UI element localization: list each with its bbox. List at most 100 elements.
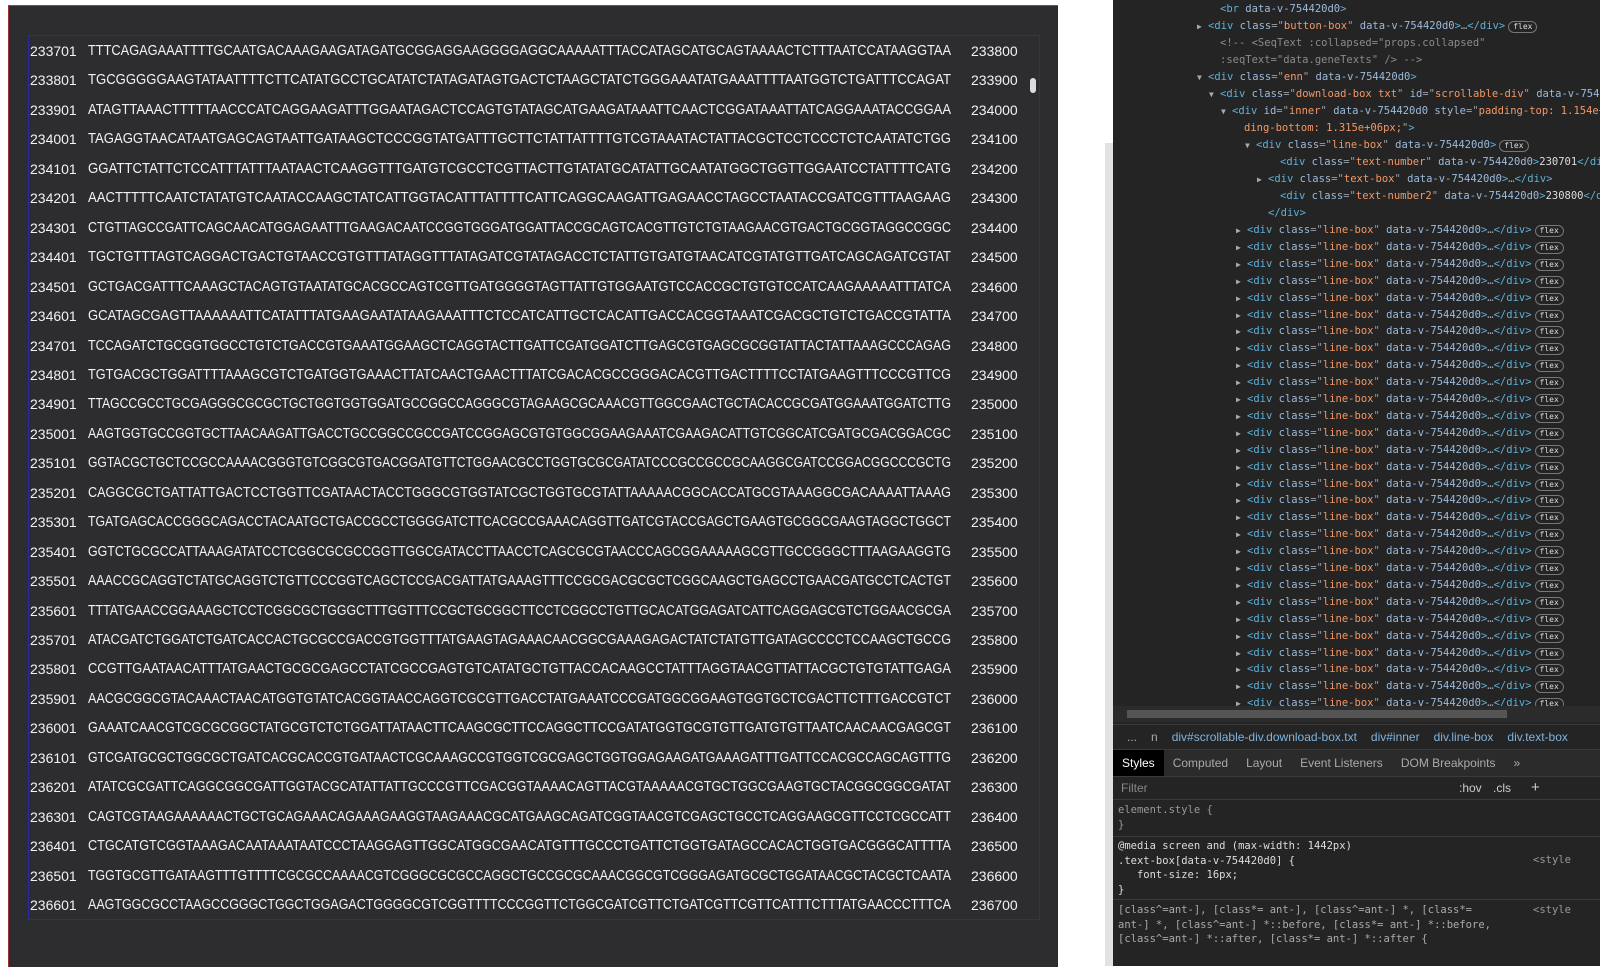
expand-triangle-icon[interactable]: ▶ [1236, 509, 1247, 526]
expand-triangle-icon[interactable]: ▶ [1236, 239, 1247, 256]
dom-node[interactable]: <!-- <SeqText :collapsed="props.collapse… [1209, 35, 1486, 52]
expand-triangle-icon[interactable]: ▶ [1236, 628, 1247, 645]
dom-node-line-box[interactable]: ▶ <div class="line-box" data-v-754420d0>…… [1236, 611, 1564, 628]
dom-node-line-box[interactable]: ▶ <div class="line-box" data-v-754420d0>…… [1236, 661, 1564, 678]
dom-node[interactable]: ▼ <div class="line-box" data-v-754420d0> f… [1245, 137, 1529, 154]
dom-node-line-box[interactable]: ▶ <div class="line-box" data-v-754420d0>…… [1236, 594, 1564, 611]
breadcrumb-item[interactable]: n [1151, 730, 1158, 744]
dom-node-line-box[interactable]: ▶ <div class="line-box" data-v-754420d0>…… [1236, 307, 1564, 324]
dom-node-line-box[interactable]: ▶ <div class="line-box" data-v-754420d0>…… [1236, 357, 1564, 374]
dom-node[interactable]: <div class="text-number" data-v-754420d0… [1269, 154, 1600, 171]
expand-triangle-icon[interactable]: ▶ [1236, 526, 1247, 543]
expand-triangle-icon[interactable]: ▶ [1236, 408, 1247, 425]
dom-node-line-box[interactable]: ▶ <div class="line-box" data-v-754420d0>…… [1236, 374, 1564, 391]
expand-triangle-icon[interactable]: ▶ [1236, 492, 1247, 509]
scrollbar-thumb[interactable] [1127, 710, 1507, 718]
dom-node[interactable]: ▶ <div class="button-box" data-v-754420d0… [1197, 18, 1538, 35]
dom-node[interactable]: <div class="text-number2" data-v-754420d… [1269, 188, 1600, 205]
expand-triangle-icon[interactable]: ▶ [1236, 678, 1247, 695]
dom-node-line-box[interactable]: ▶ <div class="line-box" data-v-754420d0>…… [1236, 476, 1564, 493]
filter-input[interactable]: Filter [1121, 777, 1148, 799]
dom-node[interactable]: ▼ <div class="download-box txt" id="scrol… [1209, 86, 1600, 103]
dom-node-line-box[interactable]: ▶ <div class="line-box" data-v-754420d0>…… [1236, 273, 1564, 290]
expand-triangle-icon[interactable]: ▶ [1236, 323, 1247, 340]
dom-node-line-box[interactable]: ▶ <div class="line-box" data-v-754420d0>…… [1236, 290, 1564, 307]
dom-node-line-box[interactable]: ▶ <div class="line-box" data-v-754420d0>…… [1236, 425, 1564, 442]
dom-node-line-box[interactable]: ▶ <div class="line-box" data-v-754420d0>…… [1236, 239, 1564, 256]
expand-triangle-icon[interactable]: ▶ [1236, 425, 1247, 442]
expand-triangle-icon[interactable]: ▶ [1236, 374, 1247, 391]
breadcrumb-item[interactable]: ... [1127, 730, 1137, 744]
expand-triangle-icon[interactable]: ▶ [1236, 256, 1247, 273]
dom-node-line-box[interactable]: ▶ <div class="line-box" data-v-754420d0>…… [1236, 526, 1564, 543]
dom-node-line-box[interactable]: ▶ <div class="line-box" data-v-754420d0>…… [1236, 459, 1564, 476]
expand-triangle-icon[interactable]: ▶ [1236, 442, 1247, 459]
expand-triangle-icon[interactable]: ▶ [1236, 222, 1247, 239]
expand-triangle-icon[interactable]: ▶ [1236, 560, 1247, 577]
dom-node-line-box[interactable]: ▶ <div class="line-box" data-v-754420d0>…… [1236, 509, 1564, 526]
expand-triangle-icon[interactable]: ▶ [1236, 307, 1247, 324]
expand-triangle-icon[interactable]: ▶ [1236, 340, 1247, 357]
tab-layout[interactable]: Layout [1237, 750, 1291, 776]
dom-node-line-box[interactable]: ▶ <div class="line-box" data-v-754420d0>…… [1236, 340, 1564, 357]
expand-triangle-icon[interactable]: ▶ [1236, 611, 1247, 628]
expand-triangle-icon[interactable]: ▶ [1236, 459, 1247, 476]
expand-triangle-icon[interactable]: ▼ [1197, 69, 1208, 86]
expand-triangle-icon[interactable]: ▶ [1236, 391, 1247, 408]
hov-toggle[interactable]: :hov [1459, 777, 1482, 799]
expand-triangle-icon[interactable]: ▶ [1236, 543, 1247, 560]
dom-node[interactable]: ▶ <div class="text-box" data-v-754420d0>…… [1257, 171, 1553, 188]
dom-node[interactable]: ▼ <div class="enn" data-v-754420d0> [1197, 69, 1417, 86]
dom-node-line-box[interactable]: ▶ <div class="line-box" data-v-754420d0>…… [1236, 408, 1564, 425]
dom-node-line-box[interactable]: ▶ <div class="line-box" data-v-754420d0>…… [1236, 323, 1564, 340]
dom-node-line-box[interactable]: ▶ <div class="line-box" data-v-754420d0>…… [1236, 442, 1564, 459]
media-text-box-rule[interactable]: @media screen and (max-width: 1442px) .t… [1118, 839, 1352, 897]
expand-triangle-icon[interactable]: ▼ [1245, 137, 1256, 154]
expand-triangle-icon[interactable]: ▶ [1257, 171, 1268, 188]
tab-dom-breakpoints[interactable]: DOM Breakpoints [1392, 750, 1505, 776]
expand-triangle-icon[interactable]: ▼ [1209, 86, 1220, 103]
breadcrumb-item[interactable]: div#scrollable-div.download-box.txt [1172, 730, 1357, 744]
dom-node-line-box[interactable]: ▶ <div class="line-box" data-v-754420d0>…… [1236, 391, 1564, 408]
expand-triangle-icon[interactable]: ▼ [1221, 103, 1232, 120]
tab-event-listeners[interactable]: Event Listeners [1291, 750, 1392, 776]
ant-reset-rule[interactable]: [class^=ant-], [class*= ant-], [class^=a… [1118, 903, 1491, 947]
cls-toggle[interactable]: .cls [1493, 777, 1511, 799]
dom-node-line-box[interactable]: ▶ <div class="line-box" data-v-754420d0>…… [1236, 560, 1564, 577]
sequence-scrollable-div[interactable]: 233701 TTTCAGAGAAATTTTGCAATGACAAAGAAGATAG… [28, 35, 1040, 920]
expand-triangle-icon[interactable]: ▶ [1236, 594, 1247, 611]
vertical-scrollbar-thumb[interactable] [1030, 78, 1036, 93]
page-scrollbar[interactable] [1105, 143, 1113, 966]
dom-node-line-box[interactable]: ▶ <div class="line-box" data-v-754420d0>…… [1236, 645, 1564, 662]
dom-node[interactable]: ▼ <div id="inner" data-v-754420d0 style="… [1221, 103, 1600, 120]
tab-computed[interactable]: Computed [1164, 750, 1237, 776]
expand-triangle-icon[interactable]: ▶ [1236, 273, 1247, 290]
expand-triangle-icon[interactable]: ▶ [1236, 476, 1247, 493]
dom-node[interactable]: </div> [1257, 205, 1306, 222]
expand-triangle-icon[interactable]: ▶ [1236, 661, 1247, 678]
dom-node-line-box[interactable]: ▶ <div class="line-box" data-v-754420d0>…… [1236, 492, 1564, 509]
tab-styles[interactable]: Styles [1113, 750, 1164, 776]
breadcrumb-item[interactable]: div#inner [1371, 730, 1420, 744]
dom-node[interactable]: ding-bottom: 1.315e+06px;"> [1233, 120, 1415, 137]
dom-node-line-box[interactable]: ▶ <div class="line-box" data-v-754420d0>…… [1236, 256, 1564, 273]
expand-triangle-icon[interactable]: ▶ [1236, 645, 1247, 662]
breadcrumb-item[interactable]: div.line-box [1434, 730, 1494, 744]
expand-triangle-icon[interactable]: ▶ [1236, 357, 1247, 374]
dom-node[interactable]: <br data-v-754420d0> [1209, 1, 1346, 18]
tab--[interactable]: » [1505, 750, 1530, 776]
elements-horizontal-scrollbar[interactable] [1113, 706, 1600, 722]
expand-triangle-icon[interactable]: ▶ [1197, 18, 1208, 35]
expand-triangle-icon[interactable]: ▶ [1236, 577, 1247, 594]
dom-node[interactable]: :seqText="data.geneTexts" /> --> [1209, 52, 1422, 69]
new-rule-button[interactable]: + [1531, 777, 1540, 799]
element-style-rule[interactable]: element.style { } [1118, 803, 1213, 832]
dom-node-line-box[interactable]: ▶ <div class="line-box" data-v-754420d0>…… [1236, 543, 1564, 560]
dom-node-line-box[interactable]: ▶ <div class="line-box" data-v-754420d0>…… [1236, 222, 1564, 239]
dom-node-line-box[interactable]: ▶ <div class="line-box" data-v-754420d0>…… [1236, 678, 1564, 695]
rule-source-link[interactable]: <style [1533, 853, 1571, 868]
dom-node-line-box[interactable]: ▶ <div class="line-box" data-v-754420d0>…… [1236, 628, 1564, 645]
dom-node-line-box[interactable]: ▶ <div class="line-box" data-v-754420d0>…… [1236, 577, 1564, 594]
expand-triangle-icon[interactable]: ▶ [1236, 290, 1247, 307]
breadcrumb-item[interactable]: div.text-box [1507, 730, 1567, 744]
